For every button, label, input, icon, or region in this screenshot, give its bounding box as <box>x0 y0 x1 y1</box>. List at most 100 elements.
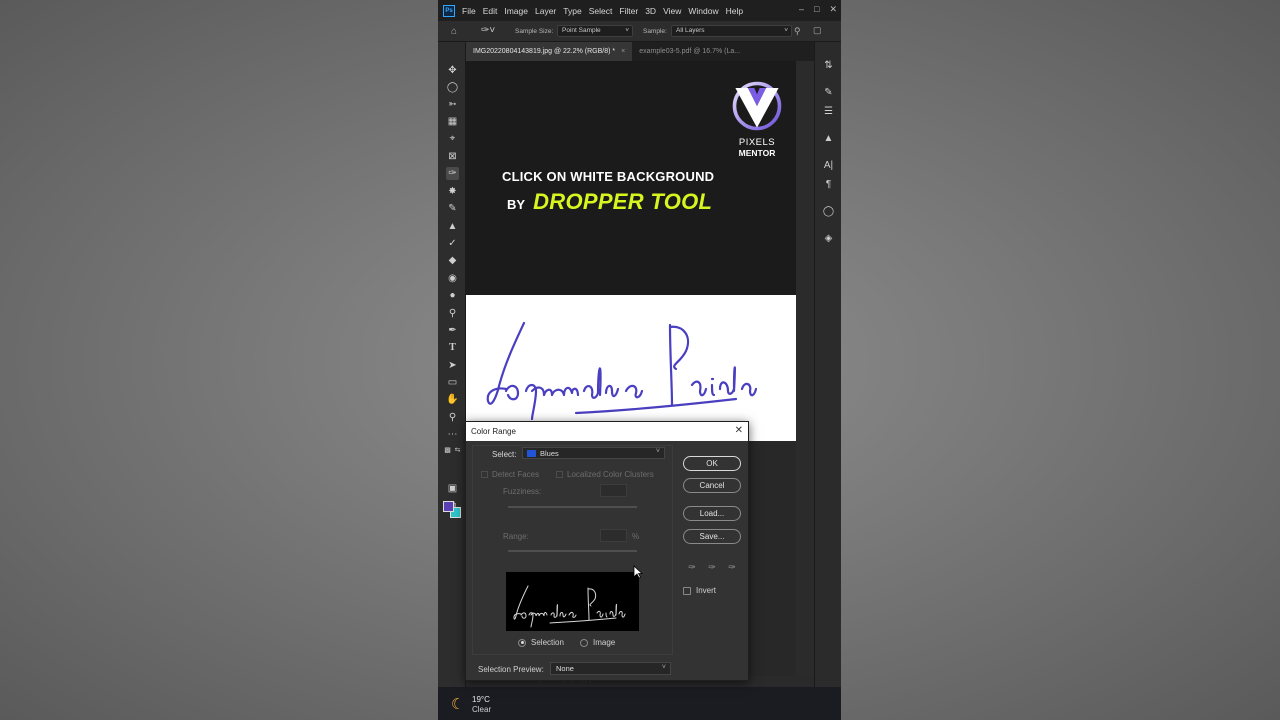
search-icon[interactable]: ⚲ <box>794 26 801 37</box>
tab-document-pdf[interactable]: example03-5.pdf @ 16.7% (La... <box>632 42 747 61</box>
windows-taskbar: ☾ 19°C Clear <box>438 687 841 720</box>
object-selection-tool-icon[interactable]: ▦ <box>446 115 459 128</box>
workspace-icon[interactable]: ▢ <box>813 25 822 36</box>
zoom-tool-icon[interactable]: ⚲ <box>446 411 459 424</box>
clone-source-icon[interactable]: ▲ <box>822 132 835 145</box>
chevron-down-icon: ˅ <box>655 448 660 455</box>
history-panel-icon[interactable]: ⇅ <box>822 59 835 72</box>
close-icon[interactable]: ✕ <box>735 425 743 436</box>
tab-label: IMG20220804143819.jpg @ 22.2% (RGB/8) * <box>473 48 616 55</box>
menu-type[interactable]: Type <box>563 6 581 16</box>
marquee-tool-icon[interactable]: ◯ <box>446 81 459 94</box>
window-controls: – □ ✕ <box>799 4 837 15</box>
hand-tool-icon[interactable]: ✋ <box>446 393 459 406</box>
moon-weather-icon[interactable]: ☾ <box>451 695 464 713</box>
eyedropper-icon[interactable]: ✑ <box>686 561 698 573</box>
mouse-cursor-icon <box>633 565 643 579</box>
type-tool-icon[interactable]: T <box>446 341 459 354</box>
pen-tool-icon[interactable]: ✒ <box>446 324 459 337</box>
radio-unselected-icon <box>580 638 588 647</box>
selection-radio[interactable]: Selection <box>518 638 564 647</box>
checkbox-box <box>683 586 691 595</box>
invert-checkbox[interactable]: Invert <box>683 586 716 595</box>
menu-layer[interactable]: Layer <box>535 6 556 16</box>
range-unit: % <box>632 532 640 541</box>
learn-panel-icon[interactable]: ◯ <box>822 205 835 218</box>
selection-preview-value: None <box>556 664 574 673</box>
invert-label: Invert <box>696 586 717 595</box>
select-label: Select: <box>492 450 517 459</box>
selection-preview-select[interactable]: None ˅ <box>550 662 671 675</box>
range-input <box>600 529 627 542</box>
vertical-scrollbar[interactable] <box>796 61 814 687</box>
fuzziness-slider <box>508 506 637 508</box>
save-button[interactable]: Save... <box>683 529 741 544</box>
brush-settings-icon[interactable]: ✎ <box>822 86 835 99</box>
selection-preview-thumbnail <box>506 572 639 631</box>
fuzziness-input <box>600 484 627 497</box>
document-image[interactable]: PIXELS MENTOR CLICK ON WHITE BACKGROUND … <box>466 61 796 441</box>
adjustments-panel-icon[interactable]: ☰ <box>822 105 835 118</box>
crop-tool-icon[interactable]: ⌖ <box>446 132 459 145</box>
signature-area <box>466 295 796 441</box>
frame-tool-icon[interactable]: ⊠ <box>446 150 459 163</box>
menu-3d[interactable]: 3D <box>645 6 656 16</box>
fuzziness-label: Fuzziness: <box>503 487 542 496</box>
layers-panel-icon[interactable]: ◈ <box>822 232 835 245</box>
clone-stamp-tool-icon[interactable]: ▲ <box>446 220 459 233</box>
menu-select[interactable]: Select <box>589 6 613 16</box>
pixels-mentor-logo: PIXELS MENTOR <box>728 79 786 158</box>
paragraph-panel-icon[interactable]: ¶ <box>822 178 835 191</box>
menu-window[interactable]: Window <box>688 6 718 16</box>
menu-help[interactable]: Help <box>726 6 743 16</box>
close-window-icon[interactable]: ✕ <box>829 4 837 15</box>
sample-select[interactable]: All Layers ˅ <box>671 25 792 37</box>
rectangle-tool-icon[interactable]: ▭ <box>446 376 459 389</box>
ok-button[interactable]: OK <box>683 456 741 471</box>
dodge-tool-icon[interactable]: ⚲ <box>446 307 459 320</box>
menu-edit[interactable]: Edit <box>483 6 498 16</box>
eyedropper-tool-icon[interactable]: ✑ <box>446 167 459 180</box>
eyedropper-preset-icon[interactable]: ✑˅ <box>481 25 495 36</box>
color-range-dialog: Color Range ✕ Select: Blues ˅ Detect Fac… <box>465 421 749 681</box>
menu-filter[interactable]: Filter <box>619 6 638 16</box>
path-selection-tool-icon[interactable]: ➤ <box>446 359 459 372</box>
sample-size-select[interactable]: Point Sample ˅ <box>557 25 633 37</box>
select-dropdown[interactable]: Blues ˅ <box>522 447 665 459</box>
tab-document-active[interactable]: IMG20220804143819.jpg @ 22.2% (RGB/8) * … <box>466 42 633 61</box>
character-panel-icon[interactable]: A| <box>822 159 835 172</box>
cancel-button[interactable]: Cancel <box>683 478 741 493</box>
sample-size-value: Point Sample <box>562 27 601 34</box>
quick-mask-icon[interactable]: ▣ <box>446 482 459 495</box>
history-brush-tool-icon[interactable]: ✓ <box>446 237 459 250</box>
add-to-sample-eyedropper-icon[interactable]: ✑ <box>706 561 718 573</box>
healing-brush-tool-icon[interactable]: ✸ <box>446 185 459 198</box>
load-button[interactable]: Load... <box>683 506 741 521</box>
paint-bucket-tool-icon[interactable]: ◉ <box>446 272 459 285</box>
menu-view[interactable]: View <box>663 6 681 16</box>
detect-faces-checkbox: Detect Faces <box>481 470 539 479</box>
brush-tool-icon[interactable]: ✎ <box>446 202 459 215</box>
blur-tool-icon[interactable]: ● <box>446 289 459 302</box>
more-tools-icon[interactable]: ⋯ <box>446 428 459 441</box>
subtract-from-sample-eyedropper-icon[interactable]: ✑ <box>726 561 738 573</box>
pixels-mentor-logo-icon <box>732 81 782 131</box>
tab-label: example03-5.pdf @ 16.7% (La... <box>639 48 741 55</box>
home-icon[interactable]: ⌂ <box>451 26 457 37</box>
swap-colors-icon[interactable]: ⇆ <box>451 444 464 457</box>
preview-signature-drawing <box>513 585 626 628</box>
move-tool-icon[interactable]: ✥ <box>446 64 459 77</box>
menu-image[interactable]: Image <box>504 6 528 16</box>
foreground-color-swatch[interactable] <box>443 501 454 512</box>
minimize-icon[interactable]: – <box>799 4 804 15</box>
maximize-icon[interactable]: □ <box>814 4 819 15</box>
lasso-tool-icon[interactable]: ➳ <box>446 98 459 111</box>
image-radio[interactable]: Image <box>580 638 615 647</box>
brand-name: PIXELS <box>738 137 776 148</box>
dialog-titlebar[interactable]: Color Range ✕ <box>466 422 748 441</box>
eraser-tool-icon[interactable]: ◆ <box>446 254 459 267</box>
close-tab-icon[interactable]: × <box>621 48 625 55</box>
options-bar: ⌂ ✑˅ Sample Size: Point Sample ˅ Sample:… <box>438 21 841 42</box>
chevron-down-icon: ˅ <box>661 664 666 671</box>
menu-file[interactable]: File <box>462 6 476 16</box>
